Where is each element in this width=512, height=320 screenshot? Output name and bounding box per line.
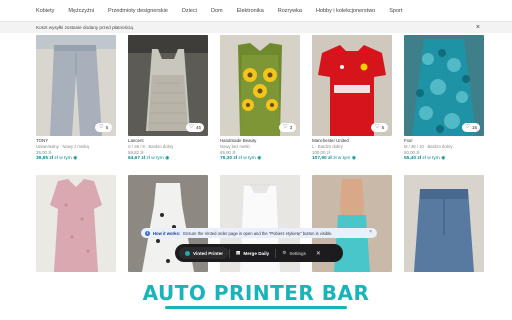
shipping-banner-text: Koszt wysyłki zostanie dodany przed płat… [36, 25, 135, 30]
vinted-printer-label: Vinted Printer [193, 250, 224, 256]
listing-price-incl: 64,67 zł zł w tym ◉ [128, 155, 170, 161]
shield-icon: ◉ [165, 155, 170, 161]
banner-close-icon[interactable]: × [476, 23, 480, 32]
nav-item-designer[interactable]: Przedmioty designerskie [108, 8, 168, 14]
auto-printer-toolbar: Vinted Printer ▤ Merge Daily ⚙ Settings … [175, 244, 343, 262]
listing-price-incl: 39,85 zł zł w tym ◉ [36, 155, 78, 161]
nav-item-sport[interactable]: Sport [389, 8, 402, 14]
favorite-count: 45 [195, 125, 201, 130]
tooltip-close-icon[interactable]: × [369, 229, 372, 235]
favorite-button[interactable]: ♡ 16 [462, 123, 480, 132]
shipping-banner: Koszt wysyłki zostanie dodany przed płat… [0, 22, 512, 33]
nav-item-dom[interactable]: Dom [211, 8, 223, 14]
nav-item-hobby[interactable]: Hobby i kolekcjonerstwo [316, 8, 375, 14]
favorite-button[interactable]: ♡ 3 [279, 123, 296, 132]
listing-price-incl: 76,30 zł zł w tym ◉ [220, 155, 262, 161]
listing-photo[interactable] [404, 175, 484, 272]
listing-meta: Lancers S / 36 / 8 · Bardzo dobry 58,82 … [128, 138, 208, 162]
favorite-count: 16 [471, 125, 477, 130]
favorite-count: 5 [381, 125, 385, 130]
category-nav: Kobiety Mężczyźni Przedmioty designerski… [0, 0, 512, 22]
favorite-button[interactable]: ♡ 5 [371, 123, 388, 132]
listing-meta: Fiori M / 38 / 10 · Bardzo dobry 50,00 z… [404, 138, 484, 162]
vinted-printer-button[interactable]: Vinted Printer [179, 247, 230, 259]
tooltip-body: Ensure the Vinted order page is open and… [183, 230, 333, 236]
brand-underline [165, 306, 347, 309]
info-icon: i [145, 230, 150, 236]
shield-icon: ◉ [257, 155, 262, 161]
heart-icon: ♡ [282, 124, 288, 130]
favorite-count: 5 [105, 125, 109, 130]
price-incl-label: zł w tym [333, 155, 351, 161]
toolbar-close-icon[interactable]: ✕ [312, 250, 325, 257]
listing-price-incl: 107,90 zł zł w tym ◉ [312, 155, 356, 161]
listing-photo[interactable]: ♡ 5 [36, 35, 116, 136]
listing-photo[interactable]: ♡ 5 [312, 35, 392, 136]
how-it-works-tooltip: i How it works: Ensure the Vinted order … [141, 228, 377, 238]
nav-item-kobiety[interactable]: Kobiety [36, 8, 54, 14]
favorite-count: 3 [289, 125, 293, 130]
gear-icon: ⚙ [282, 250, 287, 255]
nav-item-mezczyzni[interactable]: Mężczyźni [68, 8, 94, 14]
price-incl-label: zł w tym [238, 155, 256, 161]
listing-photo[interactable]: ♡ 3 [220, 35, 300, 136]
listing-photo[interactable]: ♡ 16 [404, 35, 484, 136]
listing-meta: Handmade Beauty Nowy bez metki 65,90 zł … [220, 138, 300, 162]
heart-icon: ♡ [465, 124, 470, 130]
listing-photo[interactable]: ♡ 45 [128, 35, 208, 136]
nav-item-dzieci[interactable]: Dzieci [182, 8, 197, 14]
settings-button[interactable]: ⚙ Settings [276, 247, 312, 259]
merge-daily-label: Merge Daily [243, 250, 270, 256]
merge-daily-button[interactable]: ▤ Merge Daily [230, 247, 275, 259]
listing-meta: Manchester United L · Bardzo dobry 100,0… [312, 138, 392, 162]
printer-status-icon [185, 250, 190, 256]
listing-meta: TONY Uniwersalny · Nowy z metką 35,00 zł… [36, 138, 116, 162]
tooltip-title: How it works: [153, 230, 181, 236]
heart-icon: ♡ [374, 124, 380, 130]
brand-title: AUTO PRINTER BAR [142, 281, 370, 305]
nav-item-rozrywka[interactable]: Rozrywka [278, 8, 302, 14]
price-incl-label: zł w tym [146, 155, 164, 161]
heart-icon: ♡ [189, 124, 194, 130]
shield-icon: ◉ [351, 155, 356, 161]
shield-icon: ◉ [73, 155, 78, 161]
heart-icon: ♡ [98, 124, 104, 130]
favorite-button[interactable]: ♡ 45 [186, 123, 204, 132]
favorite-button[interactable]: ♡ 5 [95, 123, 112, 132]
price-incl-label: zł w tym [422, 155, 440, 161]
settings-label: Settings [289, 250, 306, 256]
price-incl-label: zł w tym [54, 155, 72, 161]
nav-item-elektronika[interactable]: Elektronika [237, 8, 264, 14]
shield-icon: ◉ [441, 155, 446, 161]
merge-icon: ▤ [236, 250, 241, 255]
listing-price-incl: 55,40 zł zł w tym ◉ [404, 155, 446, 161]
listing-photo[interactable] [36, 175, 116, 272]
